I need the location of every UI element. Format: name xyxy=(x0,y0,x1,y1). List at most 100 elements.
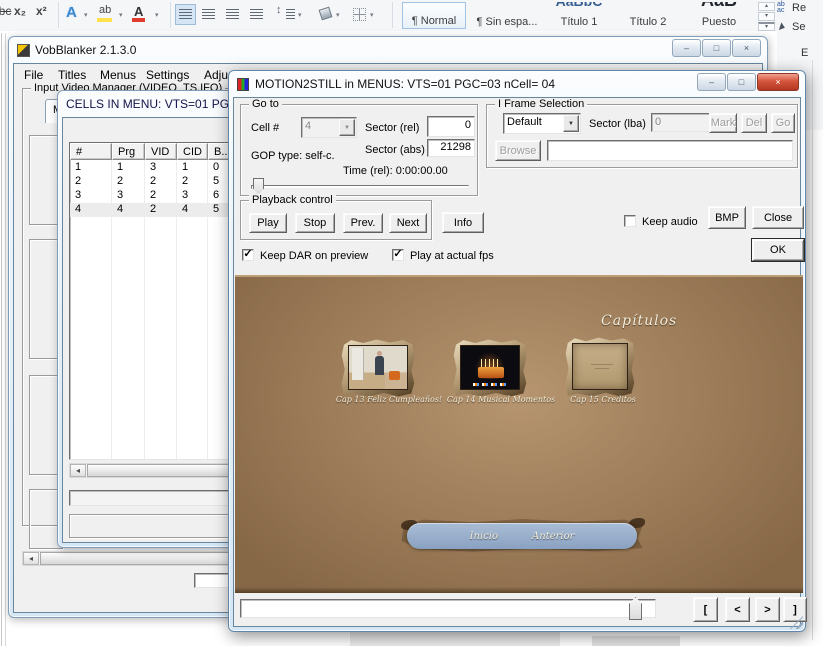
borders-icon[interactable] xyxy=(353,8,366,21)
stop-button[interactable]: Stop xyxy=(295,213,335,233)
step-back-button[interactable]: < xyxy=(725,597,750,622)
style-gallery-down-icon[interactable]: ▾ xyxy=(758,12,775,21)
browse-path-field[interactable] xyxy=(547,140,793,161)
col-label: CID xyxy=(183,145,202,158)
maximize-button[interactable]: □ xyxy=(702,39,731,57)
strikethrough-icon[interactable]: abc xyxy=(0,4,11,18)
borders-dropdown-icon[interactable]: ▾ xyxy=(370,11,374,19)
bmp-button[interactable]: BMP xyxy=(708,206,746,229)
vobblanker-title: VobBlanker 2.1.3.0 xyxy=(35,43,137,57)
info-button[interactable]: Info xyxy=(442,212,484,233)
chevron-down-icon[interactable]: ▼ xyxy=(339,119,355,136)
go-button[interactable]: Go xyxy=(771,113,795,133)
replace-label[interactable]: Re xyxy=(792,2,806,14)
mark-button[interactable]: Mark xyxy=(709,113,737,133)
goto-cell-start-button[interactable]: [ xyxy=(693,597,718,622)
seek-slider-track[interactable] xyxy=(240,599,656,618)
ok-button[interactable]: OK xyxy=(751,238,805,262)
text-effects-dropdown-icon[interactable]: ▾ xyxy=(84,11,88,19)
menu-menus[interactable]: Menus xyxy=(100,68,136,82)
actual-fps-checkbox[interactable]: ✓ xyxy=(392,249,404,261)
style-titulo1[interactable]: AaBbC Título 1 xyxy=(548,2,610,29)
table-row[interactable]: 3 3 2 3 6 xyxy=(70,189,240,203)
replace-icon[interactable]: ab ac xyxy=(777,1,785,14)
goto-cell-end-button[interactable]: ] xyxy=(783,597,807,622)
close-icon: × xyxy=(743,43,750,53)
close-button[interactable]: × xyxy=(757,73,799,91)
col-header-cid[interactable]: CID xyxy=(177,143,208,160)
align-center-icon[interactable] xyxy=(202,9,215,20)
vobblanker-titlebar[interactable]: VobBlanker 2.1.3.0 xyxy=(9,37,767,63)
minimize-button[interactable]: – xyxy=(697,73,726,91)
dvd-menu-preview: Capítulos Cap 13 Feliz Cumpleaños! Cap 1… xyxy=(235,275,803,593)
style-gallery-up-icon[interactable]: ▴ xyxy=(758,2,775,11)
iframe-mode-combo[interactable]: Default ▼ xyxy=(503,113,581,134)
edit-label[interactable]: E xyxy=(801,47,808,59)
menu-titles[interactable]: Titles xyxy=(58,68,86,82)
sector-abs-field[interactable]: 21298 xyxy=(427,139,475,157)
shading-bucket-icon[interactable] xyxy=(318,7,332,20)
text-effects-icon[interactable]: A xyxy=(66,4,77,21)
keep-audio-checkbox[interactable] xyxy=(624,215,636,227)
goto-slider-thumb[interactable] xyxy=(253,178,264,195)
style-puesto[interactable]: AaB Puesto xyxy=(688,2,750,29)
col-header-num[interactable]: # xyxy=(70,143,112,160)
goto-group: Go to Cell # 4 ▼ Sector (rel) 0 GOP type… xyxy=(240,98,478,196)
cell: 2 xyxy=(150,189,157,201)
browse-button[interactable]: Browse xyxy=(495,140,541,161)
chapter-caption: Cap 14 Musical Momentos xyxy=(446,395,556,404)
highlight-icon[interactable]: ab xyxy=(99,4,111,16)
style-normal[interactable]: ¶ Normal xyxy=(402,2,466,29)
style-gallery-more-icon[interactable]: ▾ xyxy=(758,22,775,31)
next-button[interactable]: Next xyxy=(389,213,427,233)
table-row-selected[interactable]: 4 4 2 4 5 xyxy=(70,203,240,217)
sector-rel-field[interactable]: 0 xyxy=(427,116,475,137)
align-justify-icon[interactable] xyxy=(250,9,263,20)
style-label: Título 1 xyxy=(560,16,598,28)
sector-lba-label: Sector (lba) xyxy=(589,118,646,130)
minimize-button[interactable]: – xyxy=(672,39,701,57)
scroll-left-button[interactable]: ◂ xyxy=(70,464,86,477)
style-sin-espaciado[interactable]: ¶ Sin espa... xyxy=(473,2,541,29)
close-dialog-button[interactable]: Close xyxy=(752,206,804,229)
select-cursor-icon[interactable] xyxy=(778,22,787,32)
line-spacing-lines-icon xyxy=(286,9,295,20)
superscript-icon[interactable]: x² xyxy=(36,4,47,18)
step-forward-button[interactable]: > xyxy=(755,597,780,622)
cell-number-combo[interactable]: 4 ▼ xyxy=(301,117,357,138)
menu-settings[interactable]: Settings xyxy=(146,68,189,82)
style-label: ¶ Sin espa... xyxy=(476,16,538,28)
col-header-prg[interactable]: Prg xyxy=(112,143,145,160)
play-button[interactable]: Play xyxy=(249,213,287,233)
maximize-button[interactable]: □ xyxy=(727,73,756,91)
sector-rel-label: Sector (rel) xyxy=(365,122,420,134)
align-right-icon[interactable] xyxy=(226,9,239,20)
nav-inicio: Inicio xyxy=(469,530,499,542)
prev-button[interactable]: Prev. xyxy=(343,213,383,233)
table-row[interactable]: 1 1 3 1 0 xyxy=(70,161,240,175)
maximize-icon: □ xyxy=(738,77,745,87)
chapter-thumb-frame xyxy=(453,339,527,397)
goto-slider-track[interactable] xyxy=(251,185,469,189)
shading-dropdown-icon[interactable]: ▾ xyxy=(336,11,340,19)
subscript-icon[interactable]: x₂ xyxy=(14,4,26,18)
keep-dar-checkbox[interactable]: ✓ xyxy=(242,249,254,261)
scroll-left-button[interactable]: ◂ xyxy=(23,552,39,565)
table-row[interactable]: 2 2 2 2 5 xyxy=(70,175,240,189)
highlight-dropdown-icon[interactable]: ▾ xyxy=(119,11,123,19)
photo-cake xyxy=(478,367,504,378)
select-label[interactable]: Se xyxy=(792,21,805,33)
close-button[interactable]: × xyxy=(732,39,761,57)
font-color-icon[interactable]: A xyxy=(134,4,143,19)
del-button[interactable]: Del xyxy=(741,113,767,133)
align-left-icon[interactable] xyxy=(179,9,192,20)
chevron-down-icon[interactable]: ▼ xyxy=(563,115,579,132)
menu-file[interactable]: File xyxy=(24,68,43,82)
highlight-color-bar xyxy=(97,18,112,22)
photo-faint-line xyxy=(595,368,609,369)
line-spacing-dropdown-icon[interactable]: ▾ xyxy=(298,11,302,19)
style-titulo2[interactable]: Título 2 xyxy=(616,2,680,29)
font-color-dropdown-icon[interactable]: ▾ xyxy=(155,11,159,19)
line-spacing-icon[interactable]: ↕ xyxy=(276,4,282,16)
col-header-vid[interactable]: VID xyxy=(145,143,177,160)
